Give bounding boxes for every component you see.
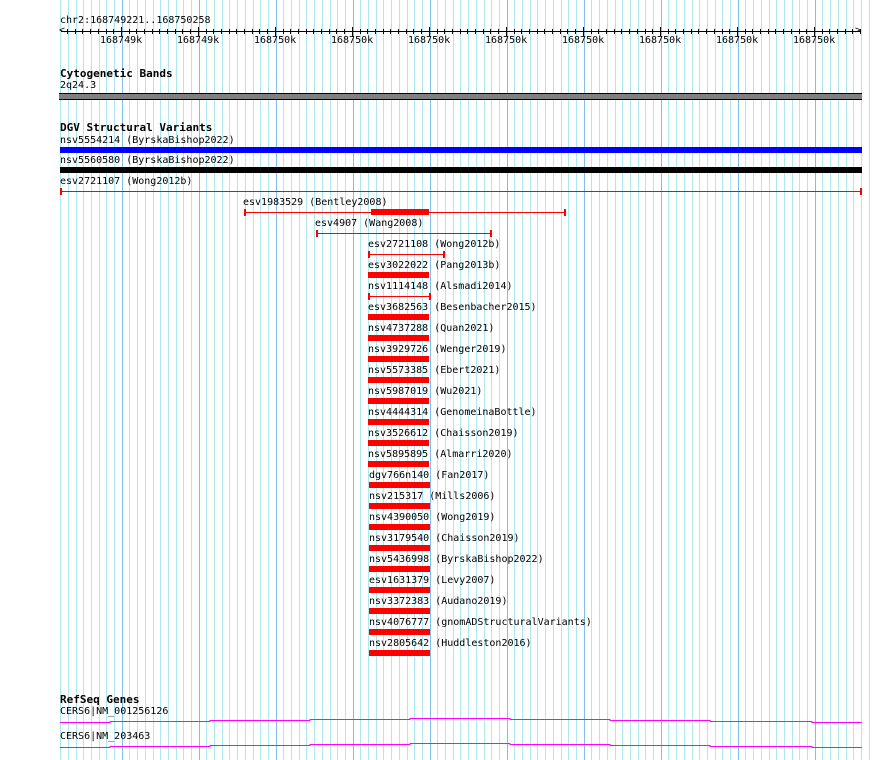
- gene-model-line[interactable]: [60, 718, 862, 723]
- gene-models: [60, 718, 862, 748]
- gene-model-line[interactable]: [60, 743, 862, 748]
